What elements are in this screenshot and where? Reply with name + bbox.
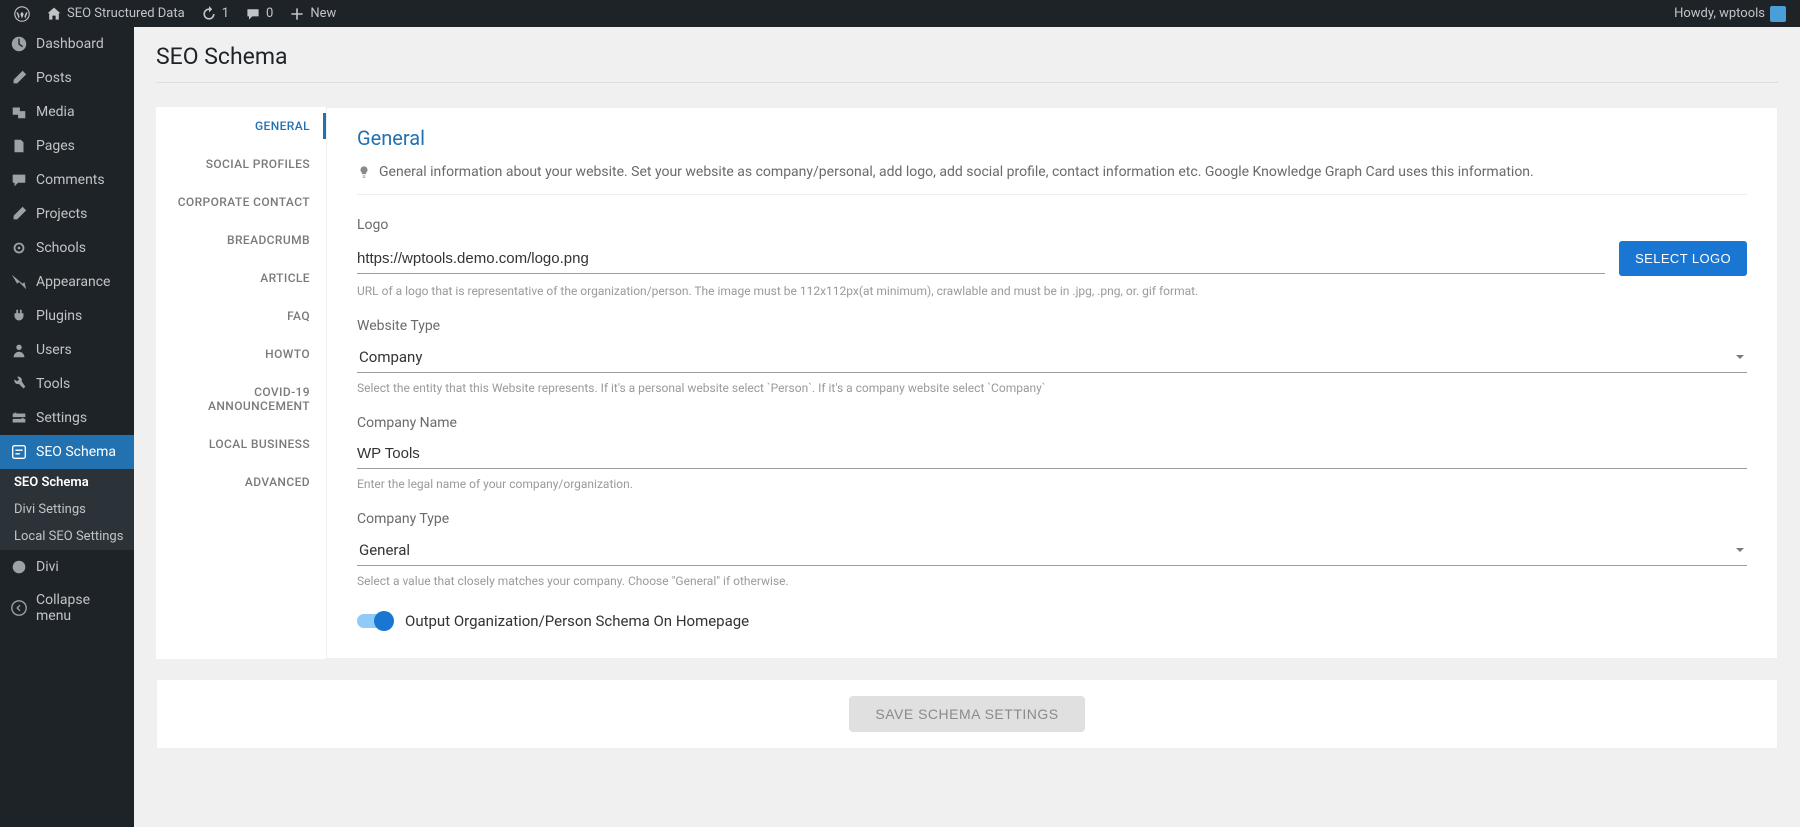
panel-title: General [357,126,1747,150]
page-title: SEO Schema [156,27,1778,82]
panel-description: General information about your website. … [379,164,1534,180]
new-label: New [310,6,336,21]
company-type-select[interactable]: General [357,535,1747,566]
save-schema-button[interactable]: SAVE SCHEMA SETTINGS [849,696,1084,732]
submenu-divi-settings[interactable]: Divi Settings [0,496,134,523]
select-logo-button[interactable]: SELECT LOGO [1619,241,1747,276]
sidebar-label: Posts [36,70,72,86]
logo-help: URL of a logo that is representative of … [357,284,1747,298]
chevron-down-icon [1735,545,1745,555]
company-type-label: Company Type [357,511,1747,527]
refresh-count: 1 [222,6,229,21]
sidebar-label: Schools [36,240,86,256]
website-type-label: Website Type [357,318,1747,334]
website-type-value: Company [359,348,422,366]
logo-label: Logo [357,217,1747,233]
submenu-local-seo[interactable]: Local SEO Settings [0,523,134,550]
tab-faq[interactable]: FAQ [156,297,326,335]
company-name-input[interactable] [357,439,1747,469]
website-type-select[interactable]: Company [357,342,1747,373]
company-name-help: Enter the legal name of your company/org… [357,477,1747,491]
tab-advanced[interactable]: ADVANCED [156,463,326,501]
sidebar-item-schools[interactable]: Schools [0,231,134,265]
tab-covid[interactable]: COVID-19 ANNOUNCEMENT [156,373,326,425]
comments-toolbar[interactable]: 0 [239,6,279,22]
sidebar-label: Plugins [36,308,82,324]
sidebar-label: Dashboard [36,36,104,52]
refresh[interactable]: 1 [195,6,235,22]
admin-sidebar: Dashboard Posts Media Pages Comments Pro… [0,27,134,827]
tab-howto[interactable]: HOWTO [156,335,326,373]
tab-social-profiles[interactable]: SOCIAL PROFILES [156,145,326,183]
sidebar-item-seo-schema[interactable]: SEO Schema [0,435,134,469]
output-schema-toggle[interactable] [357,614,391,628]
company-type-value: General [359,541,410,559]
sidebar-label: Collapse menu [36,592,124,624]
website-type-help: Select the entity that this Website repr… [357,381,1747,395]
sidebar-item-plugins[interactable]: Plugins [0,299,134,333]
sidebar-label: Users [36,342,72,358]
sidebar-item-pages[interactable]: Pages [0,129,134,163]
site-name[interactable]: SEO Structured Data [40,6,191,22]
submenu-seo-schema[interactable]: SEO Schema [0,469,134,496]
logo-input[interactable] [357,244,1605,274]
avatar-icon [1770,6,1786,22]
sidebar-label: Tools [36,376,70,392]
sidebar-item-media[interactable]: Media [0,95,134,129]
sidebar-item-collapse[interactable]: Collapse menu [0,584,134,632]
sidebar-label: SEO Schema [36,444,116,460]
tab-breadcrumb[interactable]: BREADCRUMB [156,221,326,259]
sidebar-item-divi[interactable]: Divi [0,550,134,584]
sidebar-label: Divi [36,559,59,575]
company-name-label: Company Name [357,415,1747,431]
tab-general[interactable]: GENERAL [156,107,326,145]
sidebar-item-tools[interactable]: Tools [0,367,134,401]
company-type-help: Select a value that closely matches your… [357,574,1747,588]
sidebar-label: Settings [36,410,87,426]
sidebar-item-settings[interactable]: Settings [0,401,134,435]
greeting-text: Howdy, wptools [1674,6,1765,21]
sidebar-label: Projects [36,206,87,222]
chevron-down-icon [1735,352,1745,362]
sidebar-label: Media [36,104,75,120]
tab-corporate-contact[interactable]: CORPORATE CONTACT [156,183,326,221]
sidebar-item-users[interactable]: Users [0,333,134,367]
sidebar-item-dashboard[interactable]: Dashboard [0,27,134,61]
comments-count: 0 [266,6,273,21]
tab-local-business[interactable]: LOCAL BUSINESS [156,425,326,463]
sidebar-item-posts[interactable]: Posts [0,61,134,95]
settings-tabs: GENERAL SOCIAL PROFILES CORPORATE CONTAC… [156,107,326,659]
sidebar-label: Pages [36,138,75,154]
sidebar-item-comments[interactable]: Comments [0,163,134,197]
sidebar-item-appearance[interactable]: Appearance [0,265,134,299]
toggle-label: Output Organization/Person Schema On Hom… [405,612,749,630]
new-toolbar[interactable]: New [283,6,342,22]
tab-article[interactable]: ARTICLE [156,259,326,297]
sidebar-label: Comments [36,172,105,188]
wp-logo[interactable] [8,6,36,22]
sidebar-label: Appearance [36,274,110,290]
lightbulb-icon [357,165,371,179]
greeting[interactable]: Howdy, wptools [1668,6,1792,22]
sidebar-item-projects[interactable]: Projects [0,197,134,231]
site-name-text: SEO Structured Data [67,6,185,21]
